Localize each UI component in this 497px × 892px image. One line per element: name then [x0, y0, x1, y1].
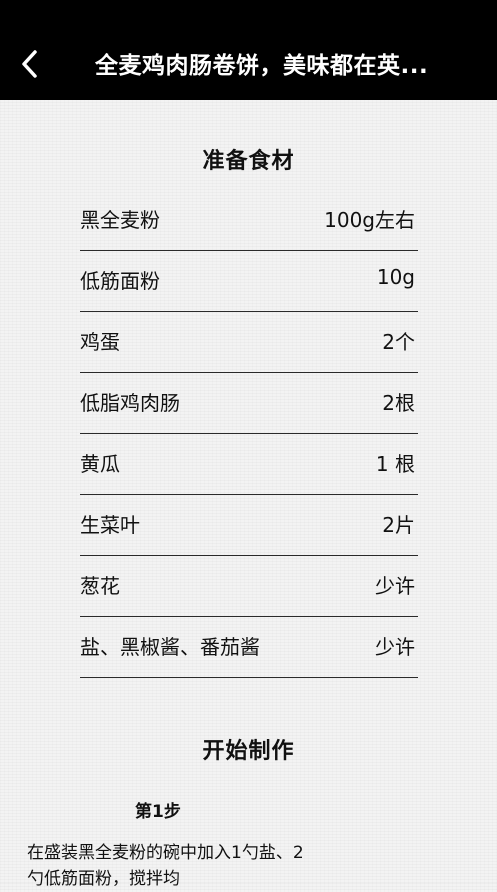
ingredient-name: 低脂鸡肉肠	[80, 391, 180, 415]
ingredient-quantity: 少许	[375, 574, 415, 598]
ingredient-quantity: 少许	[375, 635, 415, 659]
step-text: 在盛装黑全麦粉的碗中加入1勺盐、2勺低筋面粉，搅拌均	[27, 843, 304, 889]
ingredient-row: 鸡蛋 2个	[80, 312, 418, 373]
page-title: 全麦鸡肉肠卷饼，美味都在英...	[95, 53, 429, 79]
ingredient-row: 黄瓜 1 根	[80, 434, 418, 495]
ingredient-quantity: 2个	[382, 330, 415, 354]
ingredient-quantity: 1 根	[375, 452, 415, 476]
ingredient-name: 黑全麦粉	[80, 208, 160, 232]
ingredient-quantity: 2片	[382, 513, 415, 537]
ingredients-list: 黑全麦粉 100g左右 低筋面粉 10g 鸡蛋 2个 低脂鸡肉肠 2根 黄瓜 1…	[80, 190, 418, 678]
ingredient-name: 盐、黑椒酱、番茄酱	[80, 635, 260, 659]
ingredient-name: 低筋面粉	[80, 269, 160, 293]
ingredient-name: 葱花	[80, 574, 120, 598]
ingredient-row: 葱花 少许	[80, 556, 418, 617]
ingredient-quantity: 100g左右	[324, 208, 415, 232]
ingredient-row: 生菜叶 2片	[80, 495, 418, 556]
ingredient-row: 盐、黑椒酱、番茄酱 少许	[80, 617, 418, 678]
app-header: 全麦鸡肉肠卷饼，美味都在英...	[0, 0, 497, 100]
chevron-left-icon	[22, 50, 37, 78]
ingredient-row: 低筋面粉 10g	[80, 251, 418, 312]
steps-heading: 开始制作	[202, 739, 295, 764]
ingredient-name: 鸡蛋	[80, 330, 120, 354]
ingredients-heading: 准备食材	[202, 149, 295, 174]
back-button[interactable]	[12, 44, 48, 84]
step-label: 第1步	[135, 802, 181, 822]
ingredient-quantity: 2根	[382, 391, 415, 415]
ingredient-row: 黑全麦粉 100g左右	[80, 190, 418, 251]
ingredient-name: 生菜叶	[80, 513, 140, 537]
ingredient-quantity: 10g	[376, 265, 415, 289]
ingredient-name: 黄瓜	[80, 452, 120, 476]
ingredient-row: 低脂鸡肉肠 2根	[80, 373, 418, 434]
